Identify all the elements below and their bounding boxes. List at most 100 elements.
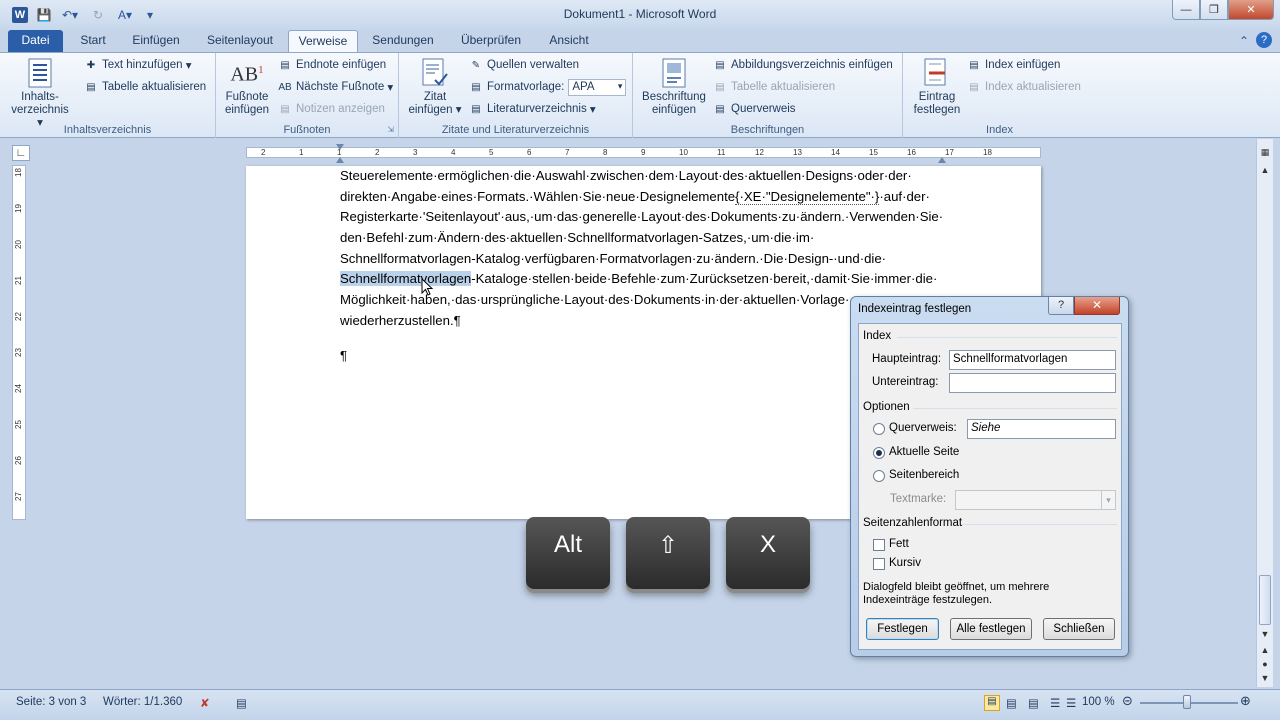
tab-start[interactable]: Start (70, 30, 116, 52)
manage-sources-button[interactable]: ✎ Quellen verwalten (469, 56, 579, 74)
outline-view-icon[interactable]: ☰ (1050, 696, 1060, 710)
add-text-button[interactable]: ✚ Text hinzufügen ▾ (84, 56, 192, 74)
hanging-indent-marker[interactable] (336, 155, 344, 163)
ruler-tick-label: 4 (451, 148, 456, 157)
update-toc-button[interactable]: ▤ Tabelle aktualisieren (84, 78, 206, 96)
separator (897, 337, 1117, 338)
help-icon[interactable]: ? (1256, 32, 1272, 48)
ribbon: Inhalts- verzeichnis ▾ ✚ Text hinzufügen … (0, 52, 1280, 138)
group-label-toc: Inhaltsverzeichnis (63, 124, 152, 136)
tab-ansicht[interactable]: Ansicht (540, 30, 598, 52)
zoom-level[interactable]: 100 % (1082, 696, 1115, 708)
group-zitate: Zitat einfügen ▾ ✎ Quellen verwalten ▤ For… (399, 53, 633, 138)
style-value: APA (572, 80, 595, 93)
bookmark-dropdown[interactable]: ▾ (955, 490, 1116, 510)
mark-entry-label-1: Eintrag (918, 91, 956, 103)
previous-page-icon[interactable]: ▲ (1258, 645, 1272, 657)
next-footnote-label: Nächste Fußnote (296, 81, 385, 93)
index-field-code: {·XE·"Designelemente"·} (735, 189, 880, 205)
insert-figures-table-button[interactable]: ▤ Abbildungsverzeichnis einfügen (713, 56, 892, 74)
macro-record-icon[interactable]: ▤ (236, 696, 247, 710)
cross-reference-radio[interactable] (873, 423, 885, 435)
minimize-ribbon-icon[interactable]: ⌃ (1236, 32, 1252, 50)
group-label-citations: Zitate und Literaturverzeichnis (441, 124, 590, 136)
mark-entry-button[interactable]: Eintrag festlegen (907, 57, 967, 117)
tab-selector-icon[interactable]: ∟ (12, 145, 30, 161)
mark-all-button[interactable]: Alle festlegen (950, 618, 1032, 640)
first-line-indent-marker[interactable] (336, 144, 344, 152)
scroll-up-icon[interactable]: ▲ (1258, 165, 1272, 179)
insert-footnote-button[interactable]: AB1 Fußnote einfügen (220, 57, 274, 117)
toc-icon (24, 57, 56, 89)
sub-entry-input[interactable] (949, 373, 1116, 393)
close-button[interactable]: Schließen (1043, 618, 1115, 640)
tab-sendungen[interactable]: Sendungen (363, 30, 443, 52)
scrollbar-thumb[interactable] (1259, 575, 1271, 625)
fullscreen-reading-view-icon[interactable]: ▤ (1006, 696, 1017, 710)
horizontal-ruler[interactable]: 2 1 1 2 3 4 5 6 7 8 9 10 11 12 13 14 15 16 17 18 (246, 147, 1041, 158)
web-layout-view-icon[interactable]: ▤ (1028, 696, 1039, 710)
zoom-slider-thumb[interactable] (1183, 695, 1191, 709)
zoom-in-icon[interactable]: ⊕ (1240, 693, 1251, 709)
insert-endnote-button[interactable]: ▤ Endnote einfügen (278, 56, 386, 74)
mark-button[interactable]: Festlegen (866, 618, 939, 640)
manage-sources-icon: ✎ (471, 59, 481, 71)
insert-index-icon: ▤ (969, 59, 979, 71)
vertical-ruler[interactable]: 18 19 20 21 22 23 24 25 26 27 (12, 165, 26, 520)
maximize-button[interactable]: ❐ (1200, 0, 1228, 20)
cross-reference-input[interactable]: Siehe (967, 419, 1116, 439)
print-layout-view-icon[interactable]: ▤ (984, 695, 1000, 711)
toc-label-1: Inhalts- (21, 91, 59, 103)
tab-einfuegen[interactable]: Einfügen (122, 30, 190, 52)
scroll-down-icon[interactable]: ▼ (1258, 629, 1272, 643)
style-label: Formatvorlage: (487, 81, 565, 93)
minimize-button[interactable]: — (1172, 0, 1200, 20)
update-index-button[interactable]: ▤ Index aktualisieren (967, 78, 1081, 96)
update-index-label: Index aktualisieren (985, 81, 1081, 93)
page-count-status[interactable]: Seite: 3 von 3 (16, 696, 86, 708)
doc-text: direkten·Angabe·eines·Formats.·Wählen·Si… (340, 189, 736, 204)
dialog-title: Indexeintrag festlegen (858, 303, 972, 315)
next-footnote-button[interactable]: AB Nächste Fußnote ▾ (278, 78, 393, 96)
proofing-icon[interactable]: ✘ (200, 696, 210, 710)
italic-checkbox[interactable] (873, 558, 885, 570)
dialog-close-button[interactable]: ✕ (1074, 297, 1120, 315)
draft-view-icon[interactable]: ☰ (1066, 696, 1076, 710)
current-page-radio[interactable] (873, 447, 885, 459)
ruler-tick-label: 15 (869, 148, 878, 157)
main-entry-input[interactable]: Schnellformatvorlagen (949, 350, 1116, 370)
tab-verweise[interactable]: Verweise (288, 30, 358, 53)
insert-citation-button[interactable]: Zitat einfügen ▾ (403, 57, 467, 117)
ruler-toggle-icon[interactable]: ▦ (1258, 147, 1272, 161)
insert-index-button[interactable]: ▤ Index einfügen (967, 56, 1060, 74)
help-button[interactable]: ? (1048, 297, 1074, 315)
browse-object-icon[interactable]: ● (1258, 659, 1272, 671)
toc-button[interactable]: Inhalts- verzeichnis ▾ (8, 57, 72, 130)
footnote-icon: AB1 (230, 63, 264, 86)
update-figures-table-button[interactable]: ▤ Tabelle aktualisieren (713, 78, 835, 96)
ruler-tick-label: 14 (831, 148, 840, 157)
vertical-scrollbar[interactable]: ▦ ▲ ▼ ▲ ● ▼ (1256, 139, 1273, 687)
bold-checkbox[interactable] (873, 539, 885, 551)
insert-caption-button[interactable]: Beschriftung einfügen (637, 57, 711, 117)
word-count-status[interactable]: Wörter: 1/1.360 (103, 696, 182, 708)
manage-sources-label: Quellen verwalten (487, 59, 580, 71)
cross-reference-label: Querverweis: (889, 422, 957, 434)
chevron-down-icon: ▾ (1101, 491, 1115, 509)
tab-ueberpruefen[interactable]: Überprüfen (450, 30, 532, 52)
next-page-icon[interactable]: ▼ (1258, 673, 1272, 685)
dialog-launcher-icon[interactable]: ⇲ (387, 125, 394, 134)
right-indent-marker[interactable] (938, 155, 946, 163)
close-window-button[interactable]: ✕ (1228, 0, 1274, 20)
page-range-radio[interactable] (873, 470, 885, 482)
tab-seitenlayout[interactable]: Seitenlayout (197, 30, 283, 52)
dialog-body: Index Haupteintrag: Schnellformatvorlage… (858, 323, 1122, 650)
zoom-out-icon[interactable]: ⊝ (1122, 693, 1133, 709)
caption-label-1: Beschriftung (642, 91, 706, 103)
style-dropdown[interactable]: APA ▾ (568, 78, 627, 96)
bibliography-button[interactable]: ▤ Literaturverzeichnis ▾ (469, 100, 595, 118)
bibliography-label: Literaturverzeichnis (487, 103, 587, 115)
tab-datei[interactable]: Datei (8, 30, 63, 52)
cross-reference-button[interactable]: ▤ Querverweis (713, 100, 795, 118)
show-notes-button[interactable]: ▤ Notizen anzeigen (278, 100, 385, 118)
